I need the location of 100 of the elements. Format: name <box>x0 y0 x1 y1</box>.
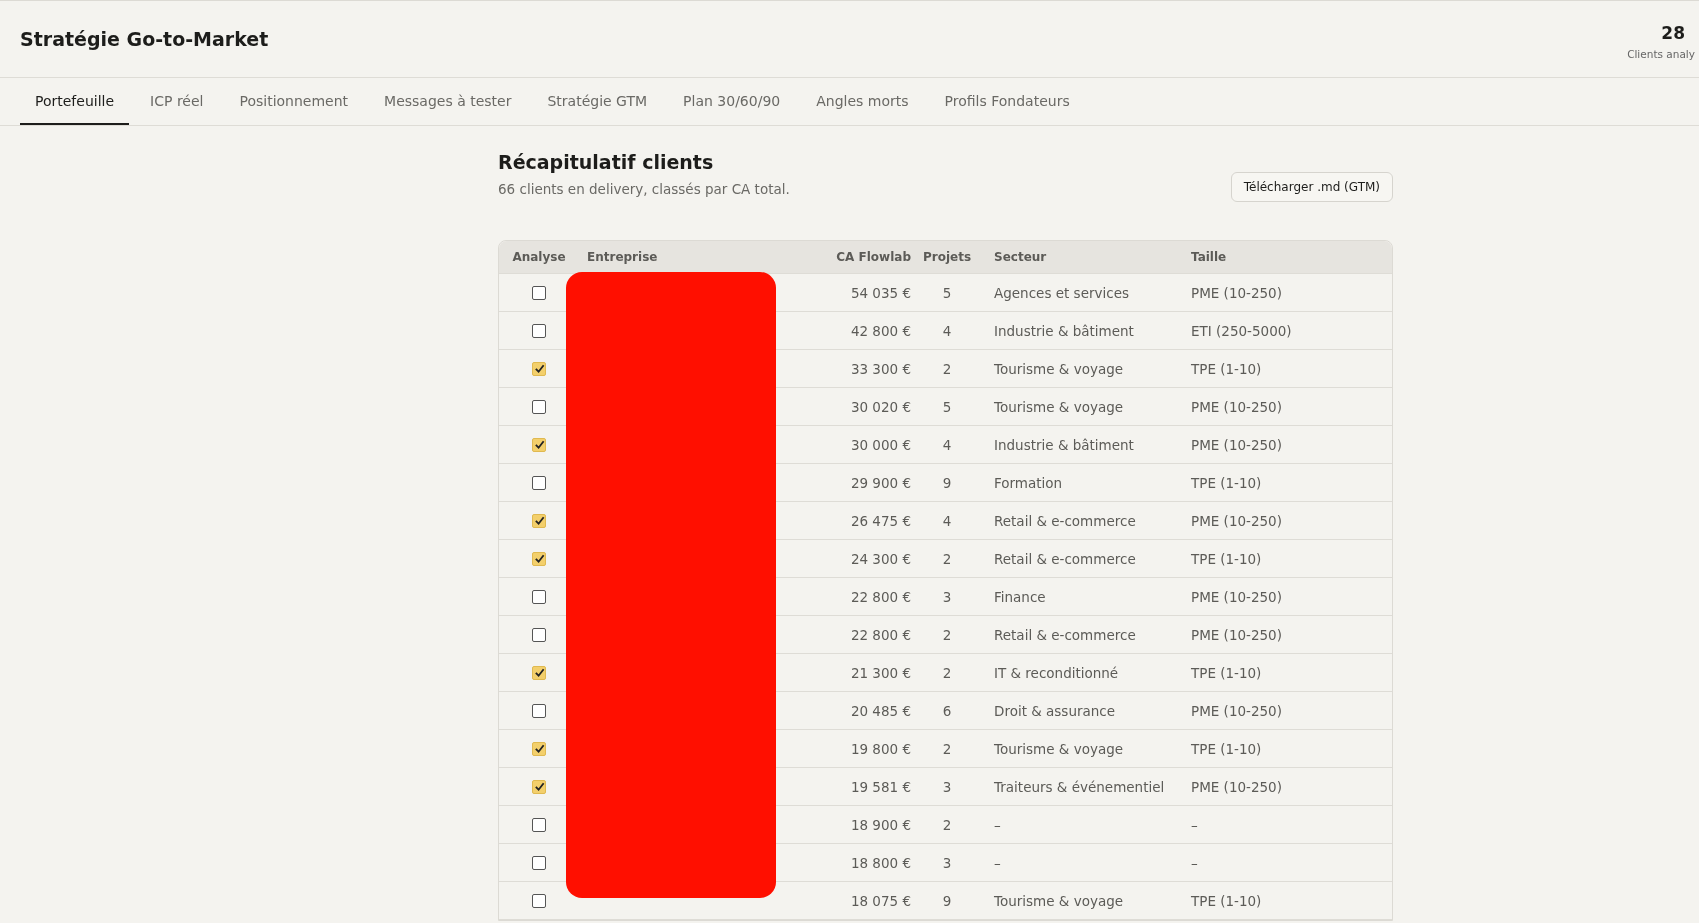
checkbox[interactable] <box>532 551 546 566</box>
checkbox[interactable] <box>532 513 546 528</box>
column-header: Entreprise <box>586 250 659 264</box>
tab[interactable]: Messages à tester <box>369 78 527 125</box>
checkbox[interactable] <box>532 399 546 414</box>
table-cell: 3 <box>942 588 952 605</box>
checkbox[interactable] <box>532 703 546 718</box>
table-cell: 9 <box>942 892 952 909</box>
table-cell: Traiteurs & événementiel <box>994 778 1165 795</box>
table-cell: TPE (1-10) <box>1191 550 1262 567</box>
table-cell: 33 300 € <box>850 360 911 377</box>
table-cell: TPE (1-10) <box>1191 664 1262 681</box>
column-header: Projets <box>921 250 973 264</box>
table-cell: – <box>1191 854 1198 871</box>
table-cell: PME (10-250) <box>1191 588 1282 605</box>
table-cell: 5 <box>942 284 952 301</box>
table-cell: PME (10-250) <box>1191 284 1282 301</box>
table-cell: 2 <box>942 816 952 833</box>
checkbox[interactable] <box>532 323 546 338</box>
table-cell: Droit & assurance <box>994 702 1116 719</box>
table-cell: 20 485 € <box>850 702 911 719</box>
table-cell: 21 300 € <box>850 664 911 681</box>
table-cell: IT & reconditionné <box>994 664 1119 681</box>
tab[interactable]: Profils Fondateurs <box>929 78 1085 125</box>
table-cell: PME (10-250) <box>1191 702 1282 719</box>
tab[interactable]: Stratégie GTM <box>532 78 663 125</box>
tab[interactable]: Portefeuille <box>20 78 130 125</box>
column-header: Analyse <box>511 250 567 264</box>
table-cell: 22 800 € <box>850 626 911 643</box>
table-cell: PME (10-250) <box>1191 436 1282 453</box>
table-cell: 2 <box>942 664 952 681</box>
table-cell: 42 800 € <box>850 322 911 339</box>
checkbox[interactable] <box>532 285 546 300</box>
table-cell: Industrie & bâtiment <box>994 322 1134 339</box>
table-cell: 6 <box>942 702 952 719</box>
table-cell: Tourisme & voyage <box>994 740 1124 757</box>
checkbox[interactable] <box>532 589 546 604</box>
tab[interactable]: ICP réel <box>135 78 219 125</box>
table-cell: PME (10-250) <box>1191 778 1282 795</box>
table-cell: 29 900 € <box>850 474 911 491</box>
checkbox[interactable] <box>532 855 546 870</box>
table-cell: Tourisme & voyage <box>994 360 1124 377</box>
section-title: Récapitulatif clients <box>498 151 715 173</box>
table-cell: Retail & e-commerce <box>994 550 1136 567</box>
tab[interactable]: Positionnement <box>224 78 364 125</box>
tab[interactable]: Angles morts <box>801 78 924 125</box>
checkbox[interactable] <box>532 627 546 642</box>
table-cell: 18 800 € <box>850 854 911 871</box>
tab[interactable]: Plan 30/60/90 <box>668 78 796 125</box>
section-subtitle: 66 clients en delivery, classés par CA total. <box>498 181 790 197</box>
table-cell: TPE (1-10) <box>1191 892 1262 909</box>
stat-label: Clients analy <box>1627 47 1695 60</box>
table-cell: Finance <box>994 588 1046 605</box>
table-cell: 2 <box>942 550 952 567</box>
table-cell: PME (10-250) <box>1191 398 1282 415</box>
table-cell: ETI (250-5000) <box>1191 322 1292 339</box>
table-cell: Formation <box>994 474 1063 491</box>
table-cell: 4 <box>942 322 952 339</box>
table-cell: 2 <box>942 740 952 757</box>
column-header: Secteur <box>993 250 1048 264</box>
stat-value: 28 <box>1661 22 1685 43</box>
table-cell: 24 300 € <box>850 550 911 567</box>
table-cell: TPE (1-10) <box>1191 360 1262 377</box>
checkbox[interactable] <box>532 893 546 908</box>
table-cell: 30 000 € <box>850 436 911 453</box>
table-cell: Retail & e-commerce <box>994 512 1136 529</box>
table-cell: PME (10-250) <box>1191 626 1282 643</box>
table-cell: 19 581 € <box>850 778 911 795</box>
table-cell: 22 800 € <box>850 588 911 605</box>
table-cell: Tourisme & voyage <box>994 398 1124 415</box>
table-cell: 26 475 € <box>850 512 911 529</box>
checkbox[interactable] <box>532 361 546 376</box>
table-cell: 4 <box>942 512 952 529</box>
table-cell: 54 035 € <box>850 284 911 301</box>
table-cell: – <box>1191 816 1198 833</box>
table-cell: – <box>994 854 1001 871</box>
table-cell: 3 <box>942 854 952 871</box>
table-cell: Retail & e-commerce <box>994 626 1136 643</box>
column-header: Taille <box>1191 250 1228 264</box>
column-header: CA Flowlab <box>835 250 911 264</box>
table-cell: 4 <box>942 436 952 453</box>
checkbox[interactable] <box>532 779 546 794</box>
table-cell: Tourisme & voyage <box>994 892 1124 909</box>
table-cell: 30 020 € <box>850 398 911 415</box>
table-cell: 3 <box>942 778 952 795</box>
table-cell: 2 <box>942 360 952 377</box>
table-cell: 19 800 € <box>850 740 911 757</box>
table-cell: Agences et services <box>994 284 1129 301</box>
table-cell: TPE (1-10) <box>1191 474 1262 491</box>
page-title: Stratégie Go-to-Market <box>20 28 269 50</box>
checkbox[interactable] <box>532 475 546 490</box>
download-button[interactable]: Télécharger .md (GTM) <box>1230 172 1393 202</box>
checkbox[interactable] <box>532 665 546 680</box>
table-cell: 18 900 € <box>850 816 911 833</box>
table-cell: 2 <box>942 626 952 643</box>
checkbox[interactable] <box>532 741 546 756</box>
table-cell: PME (10-250) <box>1191 512 1282 529</box>
checkbox[interactable] <box>532 437 546 452</box>
checkbox[interactable] <box>532 817 546 832</box>
table-cell: Industrie & bâtiment <box>994 436 1134 453</box>
